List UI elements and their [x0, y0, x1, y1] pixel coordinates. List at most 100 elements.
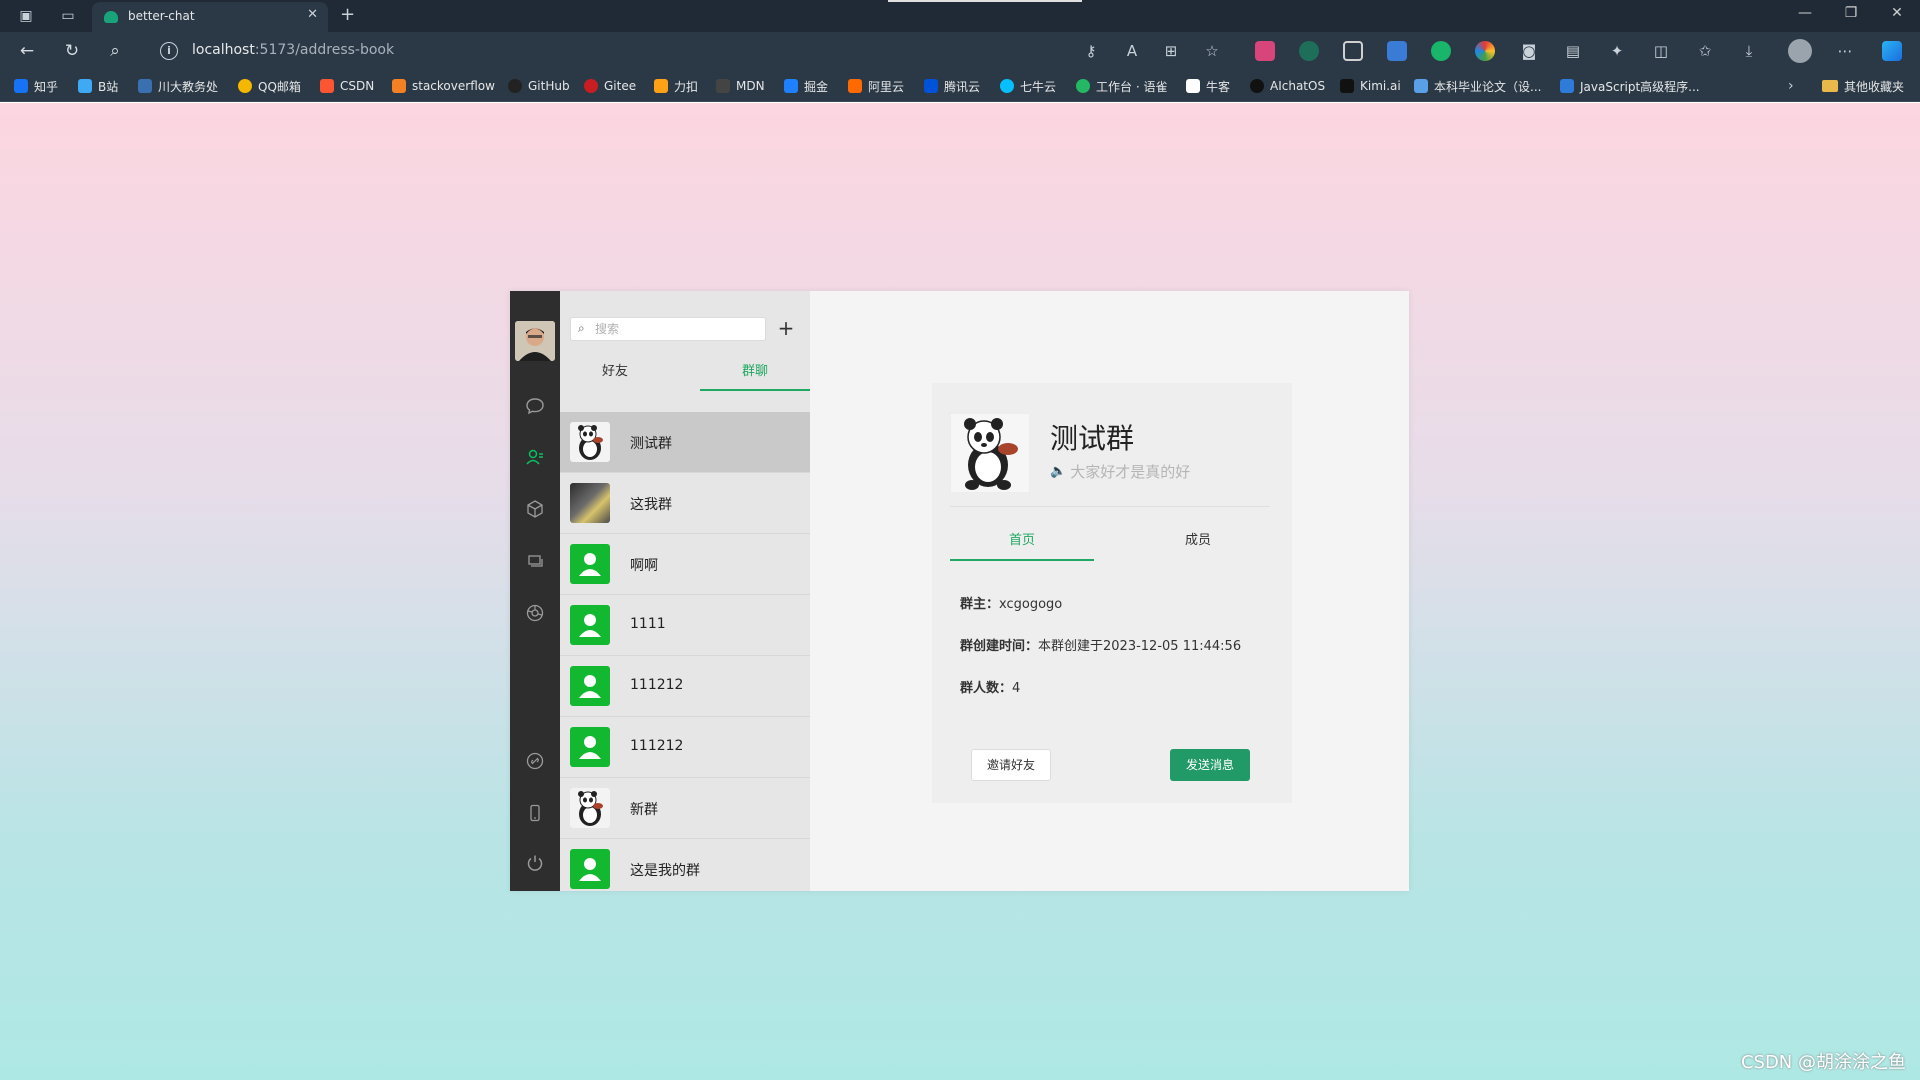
group-card: 测试群 🔈 大家好才是真的好 首页 成员 群主：xcgogogo 群创建时间：本… — [932, 383, 1292, 803]
extension-sync-icon[interactable] — [1387, 41, 1407, 61]
screens-icon[interactable] — [525, 551, 545, 571]
extension-teal-icon[interactable] — [1299, 41, 1319, 61]
chat-bubble-icon[interactable] — [525, 396, 545, 416]
search-input[interactable] — [595, 321, 755, 337]
bookmark-favicon-icon — [848, 79, 862, 93]
created-label: 群创建时间： — [960, 639, 1039, 654]
key-icon[interactable]: ⚷ — [1080, 40, 1102, 62]
minimize-icon[interactable]: — — [1790, 5, 1820, 21]
list-item[interactable]: 这我群 — [560, 473, 810, 534]
member-count-label: 群人数： — [960, 681, 1013, 696]
other-bookmarks-folder[interactable]: 其他收藏夹 — [1822, 76, 1904, 96]
profile-avatar[interactable] — [1788, 39, 1812, 63]
bookmark-item[interactable]: 本科毕业论文（设... — [1414, 76, 1541, 96]
bookmark-item[interactable]: GitHub — [508, 76, 570, 96]
read-aloud-icon[interactable]: A — [1121, 40, 1143, 62]
bookmark-item[interactable]: MDN — [716, 76, 765, 96]
list-item[interactable]: 新群 — [560, 778, 810, 839]
group-name: 新群 — [630, 802, 658, 818]
chevron-right-icon[interactable]: › — [1788, 78, 1794, 94]
phone-icon[interactable] — [525, 803, 545, 823]
bookmark-item[interactable]: JavaScript高级程序... — [1560, 76, 1700, 96]
group-avatar — [570, 544, 610, 584]
favorites-icon[interactable]: ✩ — [1694, 40, 1716, 62]
cube-icon[interactable] — [525, 499, 545, 519]
app-available-icon[interactable]: ⊞ — [1160, 40, 1182, 62]
document-icon[interactable]: ▤ — [1562, 40, 1584, 62]
bookmark-favicon-icon — [1560, 79, 1574, 93]
split-screen-icon[interactable]: ◫ — [1650, 40, 1672, 62]
search-icon[interactable]: ⌕ — [104, 40, 126, 62]
favorite-star-icon[interactable]: ☆ — [1201, 40, 1223, 62]
tab-home[interactable]: 首页 — [950, 529, 1094, 561]
bookmark-item[interactable]: stackoverflow — [392, 76, 495, 96]
bookmark-item[interactable]: 七牛云 — [1000, 76, 1056, 96]
power-icon[interactable] — [525, 853, 545, 873]
aperture-icon[interactable] — [525, 603, 545, 623]
address-bar[interactable]: localhost:5173/address-book — [192, 42, 394, 58]
bookmark-item[interactable]: 阿里云 — [848, 76, 904, 96]
user-avatar[interactable] — [515, 321, 555, 361]
tab-members[interactable]: 成员 — [1126, 529, 1270, 561]
bookmarks-bar: 知乎 B站 川大教务处 QQ邮箱 CSDN stackoverflow GitH… — [0, 70, 1920, 102]
tab-friends[interactable]: 好友 — [560, 355, 670, 391]
bookmark-item[interactable]: Gitee — [584, 76, 636, 96]
close-tab-icon[interactable]: ✕ — [307, 7, 318, 22]
copilot-icon[interactable] — [1882, 41, 1902, 61]
group-avatar — [570, 849, 610, 889]
bookmark-item[interactable]: AIchatOS — [1250, 76, 1325, 96]
list-item[interactable]: 这是我的群 — [560, 839, 810, 891]
screenshot-icon[interactable]: ◙ — [1518, 40, 1540, 62]
refresh-icon[interactable]: ↻ — [61, 40, 83, 62]
send-message-button[interactable]: 发送消息 — [1170, 749, 1250, 781]
bookmark-favicon-icon — [238, 79, 252, 93]
bookmark-item[interactable]: 工作台 · 语雀 — [1076, 76, 1167, 96]
extension-wechat-icon[interactable] — [1431, 41, 1451, 61]
restore-icon[interactable]: ❐ — [1836, 5, 1866, 21]
list-item[interactable]: 测试群 — [560, 412, 810, 473]
list-item[interactable]: 1111 — [560, 595, 810, 656]
group-avatar — [570, 605, 610, 645]
bookmark-favicon-icon — [654, 79, 668, 93]
link-icon[interactable] — [525, 751, 545, 771]
list-item[interactable]: 111212 — [560, 717, 810, 778]
group-avatar — [570, 666, 610, 706]
back-icon[interactable]: ← — [16, 40, 38, 62]
list-item[interactable]: 111212 — [560, 656, 810, 717]
bookmark-item[interactable]: 力扣 — [654, 76, 698, 96]
bookmark-favicon-icon — [392, 79, 406, 93]
list-item[interactable]: 啊啊 — [560, 534, 810, 595]
tab-favicon-icon — [104, 11, 118, 23]
close-window-icon[interactable]: ✕ — [1882, 5, 1912, 21]
bookmark-item[interactable]: 知乎 — [14, 76, 58, 96]
search-icon: ⌕ — [578, 321, 585, 335]
owner-row: 群主：xcgogogo — [960, 593, 1062, 612]
extension-box-icon[interactable] — [1343, 41, 1363, 61]
site-info-icon[interactable]: i — [160, 42, 178, 60]
contacts-icon[interactable] — [525, 447, 545, 467]
bookmark-item[interactable]: 腾讯云 — [924, 76, 980, 96]
download-icon[interactable]: ⤓ — [1738, 40, 1760, 62]
bookmark-favicon-icon — [508, 79, 522, 93]
group-detail-pane: 测试群 🔈 大家好才是真的好 首页 成员 群主：xcgogogo 群创建时间：本… — [810, 291, 1409, 891]
browser-tab[interactable]: better-chat ✕ — [92, 2, 328, 32]
workspaces-icon[interactable]: ▣ — [16, 6, 36, 26]
group-name: 测试群 — [630, 436, 672, 452]
tab-groups[interactable]: 群聊 — [700, 355, 810, 391]
bookmark-item[interactable]: QQ邮箱 — [238, 76, 301, 96]
bookmark-item[interactable]: 川大教务处 — [138, 76, 218, 96]
extension-color-icon[interactable] — [1475, 41, 1495, 61]
more-menu-icon[interactable]: ⋯ — [1834, 40, 1856, 62]
bookmark-item[interactable]: B站 — [78, 76, 118, 96]
bookmark-item[interactable]: Kimi.ai — [1340, 76, 1401, 96]
bookmark-item[interactable]: 牛客 — [1186, 76, 1230, 96]
bookmark-item[interactable]: 掘金 — [784, 76, 828, 96]
invite-friends-button[interactable]: 邀请好友 — [971, 749, 1051, 781]
add-button[interactable]: + — [774, 317, 798, 341]
new-tab-button[interactable]: + — [340, 4, 355, 25]
extension-pink-icon[interactable] — [1255, 41, 1275, 61]
bookmark-item[interactable]: CSDN — [320, 76, 374, 96]
search-box[interactable]: ⌕ — [570, 317, 766, 341]
extensions-icon[interactable]: ✦ — [1606, 40, 1628, 62]
tab-actions-icon[interactable]: ▭ — [58, 6, 78, 26]
